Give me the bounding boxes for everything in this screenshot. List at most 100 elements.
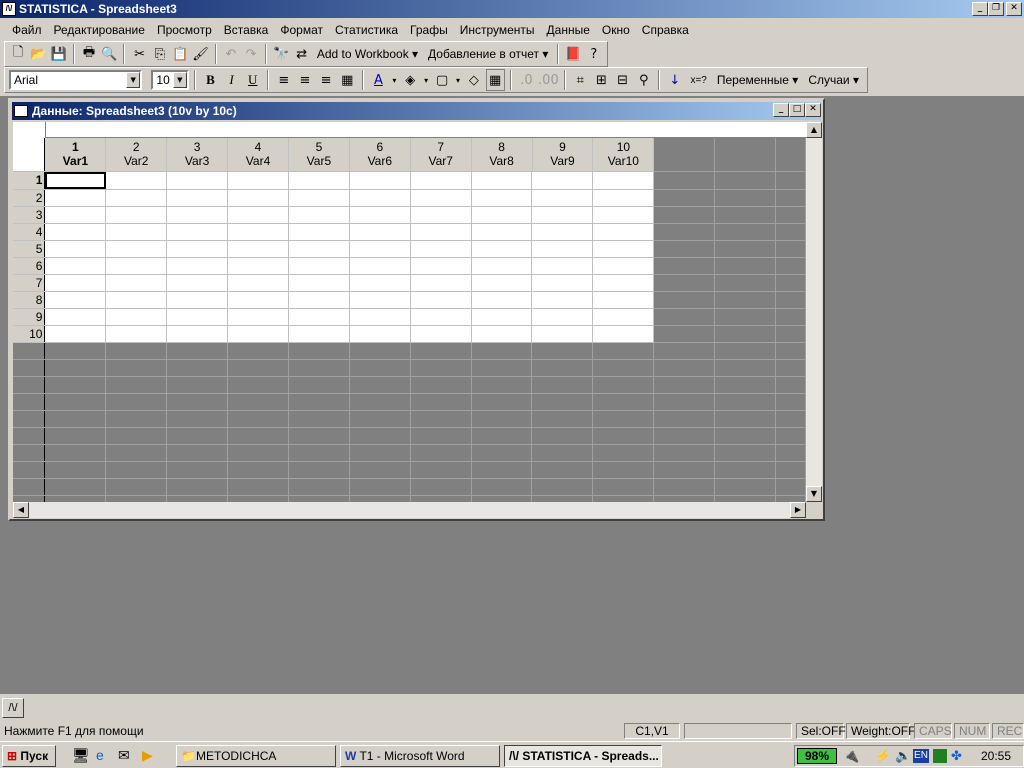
table-cell[interactable]: [288, 291, 350, 309]
vertical-scrollbar[interactable]: ▲ ▼: [806, 122, 822, 502]
table-cell[interactable]: [592, 223, 655, 241]
print-icon[interactable]: 🖶: [80, 43, 98, 65]
corner-header[interactable]: [13, 138, 46, 172]
table-cell[interactable]: [105, 172, 168, 190]
table-cell[interactable]: [44, 206, 107, 224]
menu-tools[interactable]: Инструменты: [454, 20, 541, 40]
row-header[interactable]: 2: [13, 189, 46, 207]
save-icon[interactable]: 💾: [50, 43, 68, 65]
volume-icon[interactable]: 🔈: [895, 748, 911, 764]
table-cell[interactable]: [166, 172, 229, 190]
table-cell[interactable]: [531, 240, 594, 258]
font-name-select[interactable]: Arial ▼: [9, 70, 143, 90]
table-cell[interactable]: [105, 274, 168, 292]
table-cell[interactable]: [288, 274, 350, 292]
table-cell[interactable]: [166, 189, 229, 207]
child-close-button[interactable]: ✕: [805, 103, 821, 117]
status-sel[interactable]: Sel:OFF: [796, 723, 846, 739]
column-header[interactable]: 4 Var4: [227, 138, 289, 172]
book-icon[interactable]: 📕: [564, 43, 582, 65]
transfer-icon[interactable]: ⚲: [634, 69, 653, 91]
horizontal-scrollbar[interactable]: ◀ ▶: [13, 502, 806, 518]
table-cell[interactable]: [288, 257, 350, 275]
context-help-icon[interactable]: ?: [585, 43, 603, 65]
table-cell[interactable]: [471, 223, 533, 241]
row-header[interactable]: [13, 342, 46, 360]
start-button[interactable]: ⊞ Пуск: [2, 745, 56, 767]
table-cell[interactable]: [166, 325, 229, 343]
table-cell[interactable]: [592, 274, 655, 292]
menu-statistics[interactable]: Статистика: [329, 20, 404, 40]
paste-icon[interactable]: 📋: [171, 43, 189, 65]
table-cell[interactable]: [288, 223, 350, 241]
table-cell[interactable]: [592, 172, 655, 190]
status-weight[interactable]: Weight:OFF: [846, 723, 915, 739]
table-cell[interactable]: [592, 257, 655, 275]
table-cell[interactable]: [105, 291, 168, 309]
active-cell[interactable]: [44, 172, 107, 190]
table-cell[interactable]: [166, 308, 229, 326]
table-cell[interactable]: [227, 206, 289, 224]
table-cell[interactable]: [471, 325, 533, 343]
row-header[interactable]: 10: [13, 325, 46, 343]
table-cell[interactable]: [592, 240, 655, 258]
spreadsheet-titlebar[interactable]: Данные: Spreadsheet3 (10v by 10c): [12, 102, 821, 120]
media-player-icon[interactable]: ▶: [142, 747, 153, 764]
table-cell[interactable]: [410, 308, 472, 326]
table-cell[interactable]: [592, 325, 655, 343]
scroll-down-icon[interactable]: ▼: [806, 486, 822, 502]
open-folder-icon[interactable]: 📂: [29, 43, 47, 65]
table-cell[interactable]: [227, 291, 289, 309]
column-header[interactable]: 6 Var6: [349, 138, 411, 172]
chevron-down-icon[interactable]: ▾: [454, 69, 463, 91]
align-left-icon[interactable]: ≡: [274, 69, 293, 91]
table-cell[interactable]: [44, 291, 107, 309]
table-cell[interactable]: [105, 206, 168, 224]
table-cell[interactable]: [531, 257, 594, 275]
undo-icon[interactable]: ↶: [222, 43, 240, 65]
child-minimize-button[interactable]: _: [773, 103, 789, 117]
table-cell[interactable]: [349, 308, 411, 326]
table-cell[interactable]: [105, 223, 168, 241]
table-cell[interactable]: [410, 223, 472, 241]
table-cell[interactable]: [471, 291, 533, 309]
row-header[interactable]: [13, 410, 46, 428]
menu-edit[interactable]: Редактирование: [48, 20, 151, 40]
task-statistica[interactable]: /\/ STATISTICA - Spreads...: [504, 745, 662, 767]
table-cell[interactable]: [531, 172, 594, 190]
table-cell[interactable]: [227, 240, 289, 258]
minimize-button[interactable]: _: [972, 2, 988, 16]
table-cell[interactable]: [349, 206, 411, 224]
table-cell[interactable]: [592, 291, 655, 309]
row-header[interactable]: 9: [13, 308, 46, 326]
chevron-down-icon[interactable]: ▾: [390, 69, 399, 91]
borders-icon[interactable]: ▢: [433, 69, 452, 91]
row-header[interactable]: 4: [13, 223, 46, 241]
table-cell[interactable]: [227, 325, 289, 343]
table-cell[interactable]: [531, 206, 594, 224]
table-cell[interactable]: [105, 257, 168, 275]
table-cell[interactable]: [166, 291, 229, 309]
network-icon[interactable]: ⚡: [875, 748, 891, 764]
table-cell[interactable]: [531, 291, 594, 309]
table-cell[interactable]: [471, 240, 533, 258]
table-cell[interactable]: [44, 325, 107, 343]
table-cell[interactable]: [471, 189, 533, 207]
table-cell[interactable]: [471, 308, 533, 326]
outlook-icon[interactable]: ✉: [118, 747, 130, 764]
fill-color-icon[interactable]: ◈: [401, 69, 420, 91]
table-cell[interactable]: [531, 274, 594, 292]
cases-dropdown[interactable]: Случаи ▾: [804, 73, 863, 87]
insert-icon[interactable]: ⊞: [592, 69, 611, 91]
scroll-right-icon[interactable]: ▶: [790, 502, 806, 518]
table-cell[interactable]: [105, 325, 168, 343]
table-cell[interactable]: [166, 206, 229, 224]
replace-icon[interactable]: ⇄: [293, 43, 311, 65]
statistica-app-icon[interactable]: /\/: [2, 2, 16, 16]
row-header[interactable]: [13, 461, 46, 479]
table-cell[interactable]: [288, 240, 350, 258]
table-cell[interactable]: [105, 308, 168, 326]
table-cell[interactable]: [592, 308, 655, 326]
table-cell[interactable]: [44, 308, 107, 326]
bold-button[interactable]: B: [201, 69, 220, 91]
